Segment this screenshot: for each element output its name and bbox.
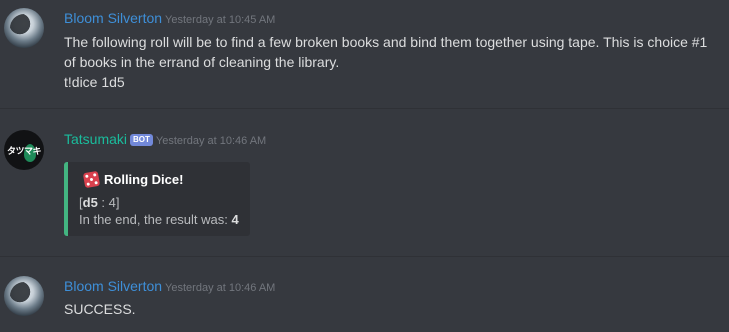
bot-badge: BOT xyxy=(130,134,153,146)
result-prefix: In the end, the result was: xyxy=(79,212,232,227)
avatar[interactable] xyxy=(4,276,44,316)
embed-title: Rolling Dice! xyxy=(82,170,184,189)
author-name[interactable]: Bloom Silverton xyxy=(64,278,162,294)
avatar-text: タツマキ xyxy=(6,145,42,156)
avatar[interactable]: タツマキ xyxy=(4,130,44,170)
timestamp[interactable]: Yesterday at 10:45 AM xyxy=(165,14,275,26)
dice-icon xyxy=(82,170,101,189)
timestamp[interactable]: Yesterday at 10:46 AM xyxy=(156,135,266,147)
message-divider xyxy=(0,256,729,257)
author-name[interactable]: Tatsumaki xyxy=(64,131,127,147)
result-value: 4 xyxy=(231,212,239,227)
timestamp[interactable]: Yesterday at 10:46 AM xyxy=(165,282,275,294)
roll-result: In the end, the result was: 4 xyxy=(79,211,239,228)
roll-rest: : 4] xyxy=(97,195,120,210)
message-text-command: t!dice 1d5 xyxy=(64,74,125,90)
embed-title-text: Rolling Dice! xyxy=(104,172,184,187)
author-name[interactable]: Bloom Silverton xyxy=(64,10,162,26)
message-divider xyxy=(0,108,729,109)
message-text: The following roll will be to find a few… xyxy=(64,34,708,70)
author-line: Bloom Silverton Yesterday at 10:45 AM xyxy=(64,9,275,29)
author-line: Bloom Silverton Yesterday at 10:46 AM xyxy=(64,277,275,297)
roll-die: d5 xyxy=(82,195,98,210)
author-line: Tatsumaki BOT Yesterday at 10:46 AM xyxy=(64,130,266,150)
dice-embed: Rolling Dice! [d5 : 4] In the end, the r… xyxy=(64,162,250,236)
roll-breakdown: [d5 : 4] xyxy=(79,194,119,211)
avatar[interactable] xyxy=(4,8,44,48)
message-text: SUCCESS. xyxy=(64,301,136,317)
